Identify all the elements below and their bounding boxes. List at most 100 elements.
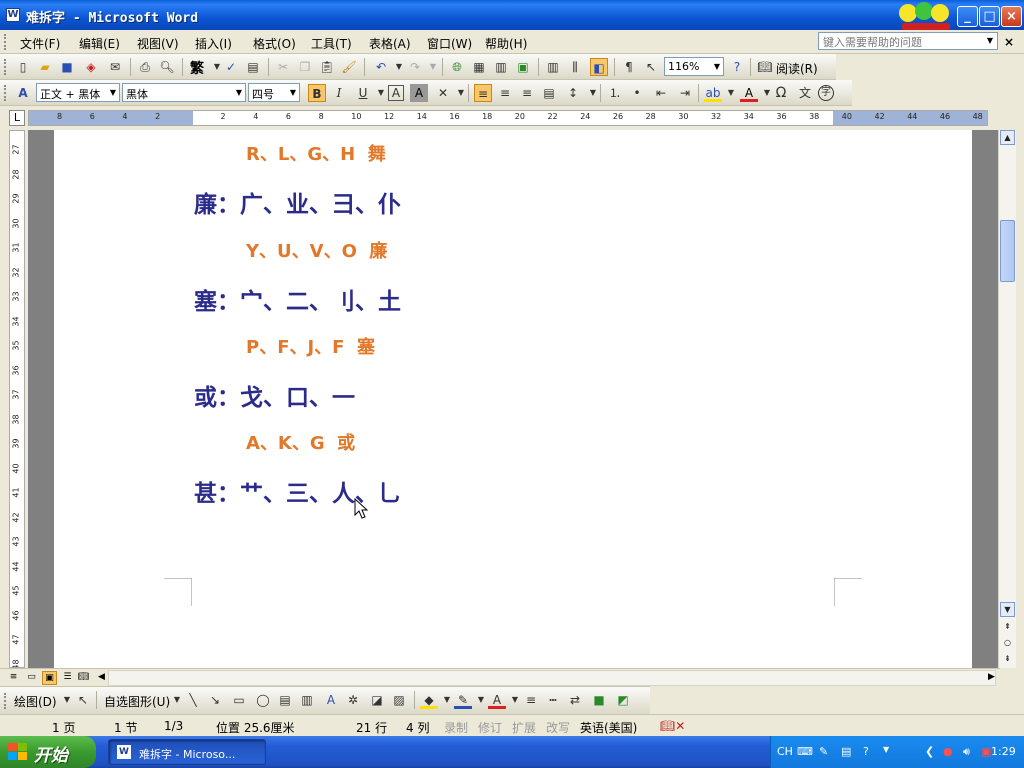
undo-icon[interactable]: ↶ [372,58,390,76]
web-view-icon[interactable]: ▭ [24,671,39,685]
status-ovr[interactable]: 改写 [546,719,570,736]
menu-insert[interactable]: 插入(I) [195,35,232,52]
spelling-status-icon[interactable]: 📖︎✕ [660,719,685,733]
numbering-icon[interactable]: ⒈ [606,84,624,102]
document-page[interactable]: R、L、G、H 舞 廉：广、业、彐、仆 Y、U、V、O 廉 塞：宀、二、刂、土 … [54,130,972,668]
menu-view[interactable]: 视图(V) [137,35,179,52]
help-icon[interactable]: ? [728,58,746,76]
menu-help[interactable]: 帮助(H) [485,35,527,52]
shadow-style-icon[interactable]: ■ [590,691,608,709]
scroll-right-icon[interactable]: ▶ [984,671,999,685]
chevron-down-icon[interactable]: ▼ [108,85,118,100]
decrease-indent-icon[interactable]: ⇤ [652,84,670,102]
bullets-icon[interactable]: • [628,84,646,102]
back-arrow-icon[interactable]: ❮ [925,745,934,758]
read-button[interactable]: 阅读(R) [776,60,818,77]
insert-excel-icon[interactable]: ▣ [514,58,532,76]
next-page-icon[interactable]: ⇟ [1000,652,1015,667]
menu-table[interactable]: 表格(A) [369,35,411,52]
show-hide-icon[interactable]: ¶ [620,58,638,76]
help-tray-icon[interactable]: ? [863,745,869,758]
text-box-icon[interactable]: ▤ [276,691,294,709]
copy-icon[interactable]: ❐ [296,58,314,76]
minimize-icon[interactable]: _ [957,6,978,27]
chevron-down-icon[interactable]: ▼ [288,85,298,100]
rectangle-icon[interactable]: ▭ [230,691,248,709]
line-spacing-icon[interactable]: ↕ [564,84,582,102]
print-preview-icon[interactable]: 🔍︎ [158,58,176,76]
pen-icon[interactable]: ✎ [819,745,828,758]
word-icon[interactable]: W [6,8,20,22]
previous-page-icon[interactable]: ⇞ [1000,620,1015,635]
status-rec[interactable]: 录制 [444,719,468,736]
chevron-down-icon[interactable]: ▼ [234,85,244,100]
print-icon[interactable]: ⎙ [136,58,154,76]
help-search-input[interactable]: 键入需要帮助的问题 ▼ [818,32,998,50]
bold-button[interactable]: B [308,84,326,102]
language-bar-icon[interactable]: ▤ [841,745,851,758]
menu-format[interactable]: 格式(O) [253,35,296,52]
tab-selector[interactable]: L [9,110,25,126]
print-view-icon[interactable]: ▣ [42,671,57,685]
fill-color-icon[interactable]: ◆ [420,691,438,709]
increase-indent-icon[interactable]: ⇥ [676,84,694,102]
align-justify-icon[interactable]: ≡ [474,84,492,102]
wordart-icon[interactable]: A [322,691,340,709]
line-icon[interactable]: ╲ [184,691,202,709]
document-close-icon[interactable]: × [1004,35,1014,49]
styles-icon[interactable]: A [14,84,32,102]
permission-icon[interactable]: ◈ [82,58,100,76]
omega-symbol-icon[interactable]: Ω [772,84,790,102]
reading-view-icon[interactable]: 📖︎ [76,671,91,685]
zoom-select[interactable]: 116% ▼ [664,57,724,76]
menu-edit[interactable]: 编辑(E) [79,35,120,52]
toolbar-grip[interactable] [4,59,7,75]
vertical-ruler-strip[interactable]: 27 28 29 30 31 32 33 34 35 36 37 38 39 40 41 42 43 44 45 46… [9,130,25,668]
font-color-icon[interactable]: A [488,691,506,709]
autoshapes-button[interactable]: 自选图形(U) [104,693,170,710]
picture-icon[interactable]: ▨ [390,691,408,709]
maximize-icon[interactable]: □ [979,6,1000,27]
line-color-icon[interactable]: ✎ [454,691,472,709]
char-scale-icon[interactable]: ✕ [434,84,452,102]
hyperlink-icon[interactable]: 🌐︎ [448,58,466,76]
char-shading-icon[interactable]: A [410,84,428,102]
outline-view-icon[interactable]: ☰ [60,671,75,685]
menu-window[interactable]: 窗口(W) [427,35,472,52]
font-size-select[interactable]: 四号 ▼ [248,83,300,102]
normal-view-icon[interactable]: ≡ [6,671,21,685]
save-icon[interactable]: ■ [58,58,76,76]
underline-button[interactable]: U [354,84,372,102]
line-style-icon[interactable]: ≡ [522,691,540,709]
italic-button[interactable]: I [330,84,348,102]
volume-icon[interactable]: 🔊︎ [963,745,970,759]
research-icon[interactable]: ▤ [244,58,262,76]
email-icon[interactable]: ✉ [106,58,124,76]
align-right-icon[interactable]: ≡ [518,84,536,102]
spelling-icon[interactable]: ✓ [222,58,240,76]
traditional-chinese-button[interactable]: 繁 [190,58,204,78]
read-book-icon[interactable]: 📖︎ [756,58,774,76]
font-color-icon[interactable]: A [740,84,758,102]
toolbar-grip[interactable] [4,693,7,709]
clip-art-icon[interactable]: ◪ [368,691,386,709]
insert-table-icon[interactable]: ▥ [492,58,510,76]
chevron-down-icon[interactable]: ▼ [722,84,740,102]
status-ext[interactable]: 扩展 [512,719,536,736]
tables-borders-icon[interactable]: ▦ [470,58,488,76]
network-icon[interactable]: ▣ [981,745,991,758]
open-folder-icon[interactable]: ▰ [36,58,54,76]
chevron-down-icon[interactable]: ▼ [883,745,889,754]
select-browse-object-icon[interactable]: ○ [1000,636,1015,651]
oval-icon[interactable]: ◯ [254,691,272,709]
status-language[interactable]: 英语(美国) [580,719,637,736]
paste-icon[interactable]: 📋︎ [318,58,336,76]
highlight-icon[interactable]: ab [704,84,722,102]
select-objects-icon[interactable]: ↖ [74,691,92,709]
menu-tools[interactable]: 工具(T) [311,35,352,52]
columns-icon[interactable]: ▥ [544,58,562,76]
taskbar-item-word[interactable]: W 难拆字 - Microso... [108,739,266,765]
chevron-down-icon[interactable]: ▼ [712,59,722,74]
font-select[interactable]: 黑体 ▼ [122,83,246,102]
menu-file[interactable]: 文件(F) [20,35,60,52]
